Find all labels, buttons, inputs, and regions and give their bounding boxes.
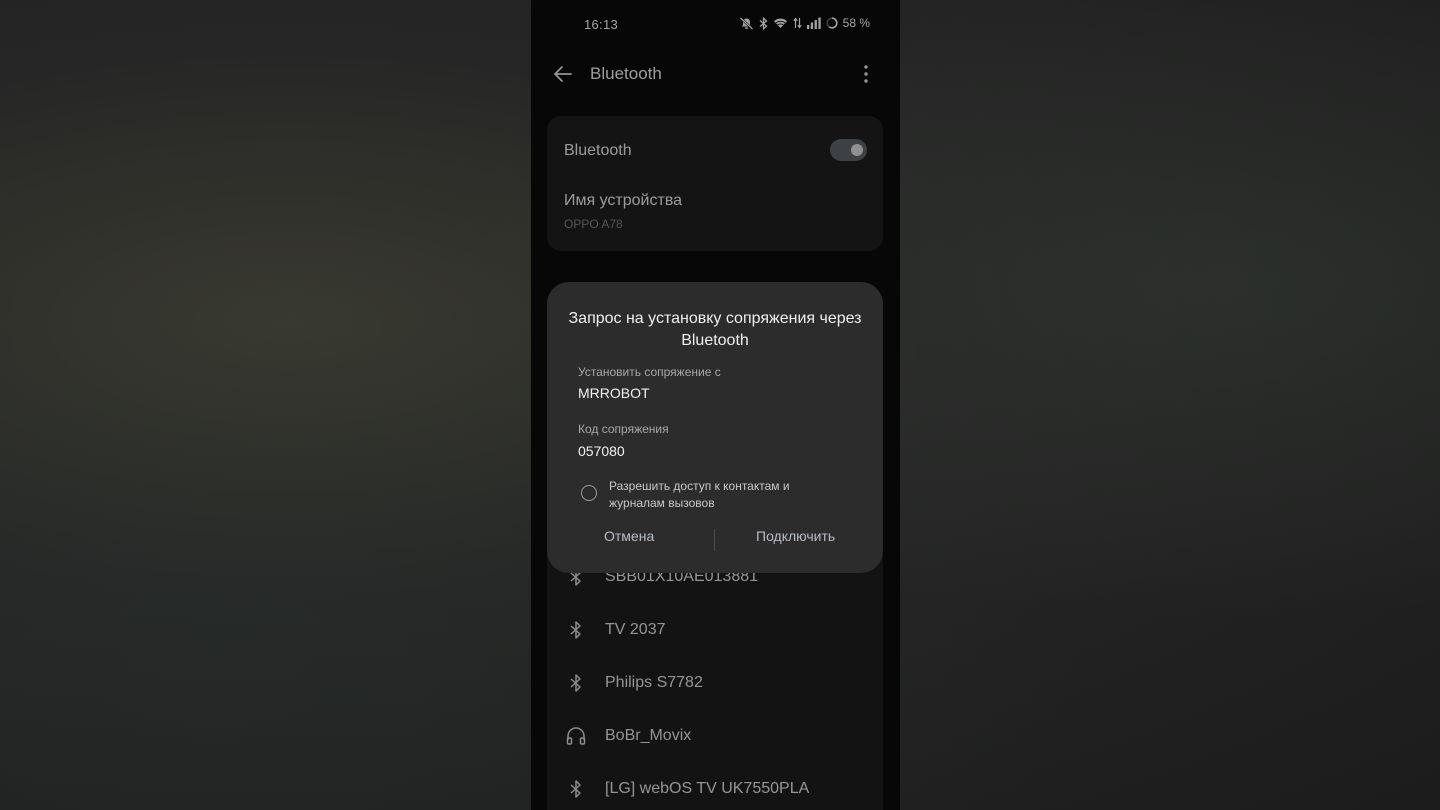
allow-access-label[interactable]: Разрешить доступ к контактам и журналам … <box>609 478 829 512</box>
connect-button[interactable]: Подключить <box>756 528 835 544</box>
allow-access-checkbox[interactable] <box>581 485 597 501</box>
pairing-dialog: Запрос на установку сопряжения через Blu… <box>547 282 883 573</box>
cancel-button[interactable]: Отмена <box>604 528 654 544</box>
phone-screen: 16:13 58 % Bluetooth Bluetooth Имя устро… <box>531 0 900 810</box>
pairing-code-label: Код сопряжения <box>578 422 669 436</box>
pairing-code: 057080 <box>578 443 625 459</box>
pair-with-device: MRROBOT <box>578 385 650 401</box>
pair-with-label: Установить сопряжение с <box>578 365 721 379</box>
button-divider <box>714 529 715 551</box>
dialog-title: Запрос на установку сопряжения через Blu… <box>568 310 862 349</box>
